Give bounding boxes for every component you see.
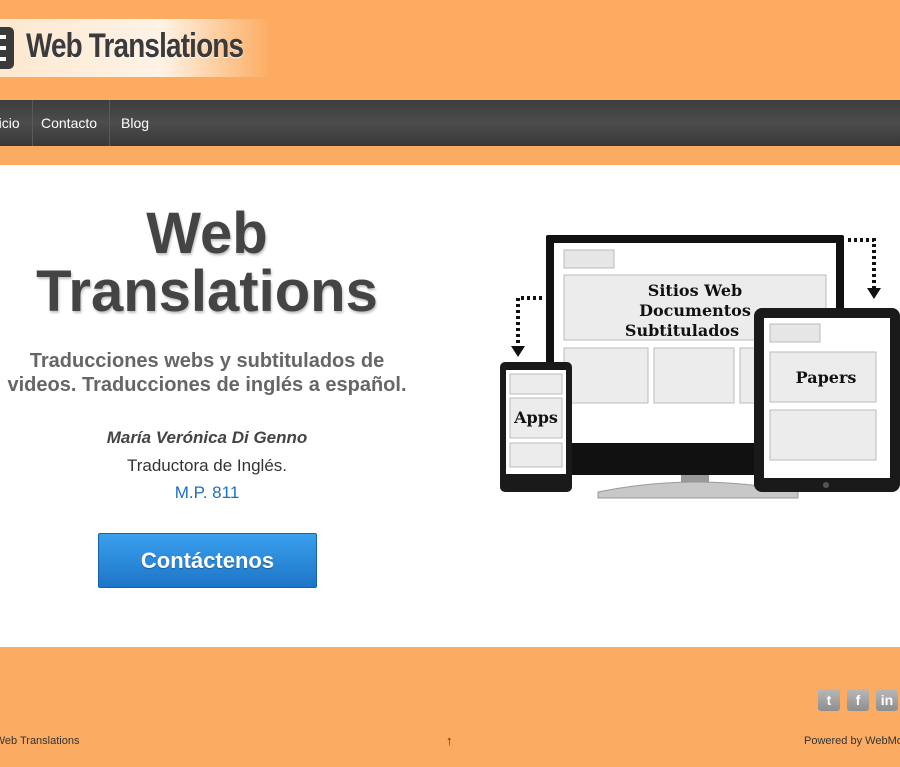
contact-button[interactable]: Contáctenos xyxy=(98,533,317,588)
hero-title-line1: Web xyxy=(146,201,268,266)
registration-number[interactable]: M.P. 811 xyxy=(0,483,414,503)
hero-subtitle-line2: videos. Traducciones de inglés a español… xyxy=(7,374,407,396)
nav-item-contacto[interactable]: Contacto xyxy=(29,100,111,146)
logo-icon xyxy=(0,27,14,69)
nav-item-blog[interactable]: Blog xyxy=(109,100,161,146)
translator-role: Traductora de Inglés. xyxy=(126,456,287,475)
translator-name: María Verónica Di Genno xyxy=(106,428,308,447)
facebook-icon[interactable]: f xyxy=(847,689,869,711)
site-header: Web Translations xyxy=(0,0,900,100)
monitor-label-3: Subtitulados xyxy=(625,321,739,340)
phone-label: Apps xyxy=(513,408,558,427)
twitter-icon[interactable]: t xyxy=(818,689,840,711)
hero-title: Web Translations xyxy=(0,205,414,321)
site-logo[interactable]: Web Translations xyxy=(0,19,272,77)
monitor-label-1: Sitios Web xyxy=(648,281,742,300)
logo-text: Web Translations xyxy=(26,27,244,65)
back-to-top-link[interactable]: ↑ xyxy=(446,733,453,748)
nav-strip xyxy=(0,146,900,165)
main-content: Web Translations Traducciones webs y sub… xyxy=(0,165,900,647)
copyright-text: © 2013 Web Translations xyxy=(0,735,80,747)
linkedin-icon[interactable]: in xyxy=(876,689,898,711)
hero-subtitle: Traducciones webs y subtitulados de vide… xyxy=(0,349,444,397)
monitor-label-2: Documentos xyxy=(639,301,751,320)
main-nav: Inicio Contacto Blog xyxy=(0,100,900,146)
powered-by-link[interactable]: Powered by WebMoose xyxy=(804,735,900,747)
tablet-label: Papers xyxy=(796,368,857,387)
devices-illustration: Sitios Web Documentos Subtitulados Apps … xyxy=(500,235,900,499)
hero-subtitle-line1: Traducciones webs y subtitulados de xyxy=(29,350,385,372)
nav-item-inicio[interactable]: Inicio xyxy=(0,100,33,146)
site-footer: t f in © 2013 Web Translations ↑ Powered… xyxy=(0,647,900,767)
hero-title-line2: Translations xyxy=(36,259,378,324)
